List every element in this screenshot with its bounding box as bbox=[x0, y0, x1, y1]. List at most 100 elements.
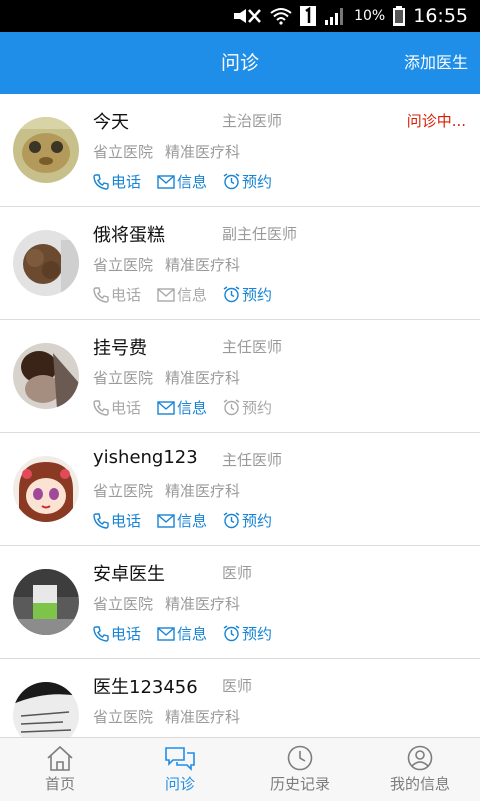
message-button[interactable]: 信息 bbox=[157, 623, 207, 644]
appointment-button[interactable]: 预约 bbox=[223, 397, 272, 418]
appointment-label: 预约 bbox=[242, 625, 273, 643]
message-label: 信息 bbox=[177, 625, 208, 643]
alarm-clock-icon bbox=[223, 173, 240, 190]
home-icon bbox=[47, 745, 73, 771]
doctor-name: 医生123456 bbox=[93, 677, 198, 698]
hospital: 省立医院 bbox=[93, 369, 154, 387]
envelope-icon bbox=[157, 174, 175, 189]
doctor-rank: 副主任医师 bbox=[222, 225, 298, 243]
department: 精准医疗科 bbox=[165, 143, 241, 161]
phone-icon bbox=[93, 512, 109, 529]
tab-my-info[interactable]: 我的信息 bbox=[360, 738, 480, 801]
bottom-tab-bar: 首页 问诊 历史记录 我的信息 bbox=[0, 737, 480, 801]
status-bar: 10% 16:55 bbox=[0, 0, 480, 32]
envelope-icon bbox=[157, 400, 175, 415]
doctor-row[interactable]: 安卓医生 医师 省立医院 精准医疗科 电话 信息 预约 bbox=[0, 546, 480, 659]
hospital: 省立医院 bbox=[93, 482, 154, 500]
action-bar: 电话 信息 预约 bbox=[93, 284, 288, 305]
sim-icon bbox=[300, 6, 317, 26]
phone-button[interactable]: 电话 bbox=[93, 510, 141, 531]
doctor-name: 俄将蛋糕 bbox=[93, 225, 165, 246]
department: 精准医疗科 bbox=[165, 482, 241, 500]
doctor-row[interactable]: 今天 主治医师 问诊中... 省立医院 精准医疗科 电话 信息 预约 bbox=[0, 94, 480, 207]
message-label: 信息 bbox=[177, 399, 208, 417]
phone-icon bbox=[93, 625, 109, 642]
doctor-name: 今天 bbox=[93, 112, 129, 133]
appointment-button[interactable]: 预约 bbox=[223, 510, 272, 531]
phone-label: 电话 bbox=[111, 512, 142, 530]
appointment-label: 预约 bbox=[242, 286, 273, 304]
avatar bbox=[13, 456, 79, 522]
doctor-row[interactable]: yisheng123 主任医师 省立医院 精准医疗科 电话 信息 预约 bbox=[0, 433, 480, 546]
doctor-row[interactable]: 挂号费 主任医师 省立医院 精准医疗科 电话 信息 预约 bbox=[0, 320, 480, 433]
doctor-row[interactable]: 俄将蛋糕 副主任医师 省立医院 精准医疗科 电话 信息 预约 bbox=[0, 207, 480, 320]
appointment-label: 预约 bbox=[242, 173, 273, 191]
doctor-org: 省立医院 精准医疗科 bbox=[93, 593, 252, 614]
message-button[interactable]: 信息 bbox=[157, 284, 207, 305]
hospital: 省立医院 bbox=[93, 256, 154, 274]
doctor-name: 挂号费 bbox=[93, 338, 147, 359]
doctor-org: 省立医院 精准医疗科 bbox=[93, 254, 252, 275]
phone-icon bbox=[93, 286, 109, 303]
hospital: 省立医院 bbox=[93, 595, 154, 613]
doctor-rank: 主任医师 bbox=[222, 451, 283, 469]
tab-consult[interactable]: 问诊 bbox=[120, 738, 240, 801]
alarm-clock-icon bbox=[223, 399, 240, 416]
tab-home[interactable]: 首页 bbox=[0, 738, 120, 801]
avatar bbox=[13, 343, 79, 409]
clock-icon bbox=[287, 745, 313, 771]
doctor-rank: 医师 bbox=[222, 564, 253, 582]
mute-icon bbox=[234, 9, 262, 23]
phone-button[interactable]: 电话 bbox=[93, 623, 141, 644]
message-button[interactable]: 信息 bbox=[157, 397, 207, 418]
battery-percent: 10% bbox=[354, 8, 386, 24]
message-label: 信息 bbox=[177, 512, 208, 530]
battery-icon bbox=[393, 6, 406, 26]
phone-label: 电话 bbox=[111, 286, 142, 304]
appointment-button[interactable]: 预约 bbox=[223, 623, 272, 644]
phone-icon bbox=[93, 173, 109, 190]
phone-button[interactable]: 电话 bbox=[93, 171, 141, 192]
tab-home-label: 首页 bbox=[44, 775, 75, 793]
phone-label: 电话 bbox=[111, 625, 142, 643]
message-label: 信息 bbox=[177, 173, 208, 191]
doctor-rank: 医师 bbox=[222, 677, 253, 695]
action-bar: 电话 信息 预约 bbox=[93, 171, 288, 192]
doctor-name: yisheng123 bbox=[93, 447, 198, 468]
tab-history[interactable]: 历史记录 bbox=[240, 738, 360, 801]
action-bar: 电话 信息 预约 bbox=[93, 623, 288, 644]
doctor-org: 省立医院 精准医疗科 bbox=[93, 141, 252, 162]
phone-button[interactable]: 电话 bbox=[93, 397, 141, 418]
wifi-icon bbox=[270, 8, 292, 25]
consult-status: 问诊中... bbox=[406, 112, 466, 130]
department: 精准医疗科 bbox=[165, 708, 241, 726]
message-button[interactable]: 信息 bbox=[157, 510, 207, 531]
avatar bbox=[13, 117, 79, 183]
appointment-button[interactable]: 预约 bbox=[223, 284, 272, 305]
doctor-row[interactable]: 医生123456 医师 省立医院精准医疗科 电话 信息 预约 bbox=[0, 659, 480, 737]
envelope-icon bbox=[157, 287, 175, 302]
avatar bbox=[13, 569, 79, 635]
add-doctor-button[interactable]: 添加医生 bbox=[404, 32, 468, 94]
tab-my-info-label: 我的信息 bbox=[389, 775, 450, 793]
clock: 16:55 bbox=[413, 5, 468, 27]
app-header: 问诊 添加医生 bbox=[0, 32, 480, 94]
chat-bubbles-icon bbox=[165, 747, 195, 771]
envelope-icon bbox=[157, 626, 175, 641]
action-bar: 电话 信息 预约 bbox=[93, 510, 288, 531]
user-icon bbox=[407, 745, 433, 771]
department: 精准医疗科 bbox=[165, 595, 241, 613]
signal-icon bbox=[325, 8, 344, 25]
message-button[interactable]: 信息 bbox=[157, 171, 207, 192]
doctor-list: 今天 主治医师 问诊中... 省立医院 精准医疗科 电话 信息 预约 俄将蛋糕 副… bbox=[0, 94, 480, 737]
phone-button[interactable]: 电话 bbox=[93, 284, 141, 305]
tab-consult-label: 问诊 bbox=[164, 775, 195, 793]
phone-label: 电话 bbox=[111, 399, 142, 417]
appointment-label: 预约 bbox=[242, 399, 273, 417]
hospital: 省立医院 bbox=[93, 143, 154, 161]
appointment-label: 预约 bbox=[242, 512, 273, 530]
hospital: 省立医院 bbox=[93, 708, 154, 726]
appointment-button[interactable]: 预约 bbox=[223, 171, 272, 192]
tab-history-label: 历史记录 bbox=[269, 775, 330, 793]
phone-icon bbox=[93, 399, 109, 416]
